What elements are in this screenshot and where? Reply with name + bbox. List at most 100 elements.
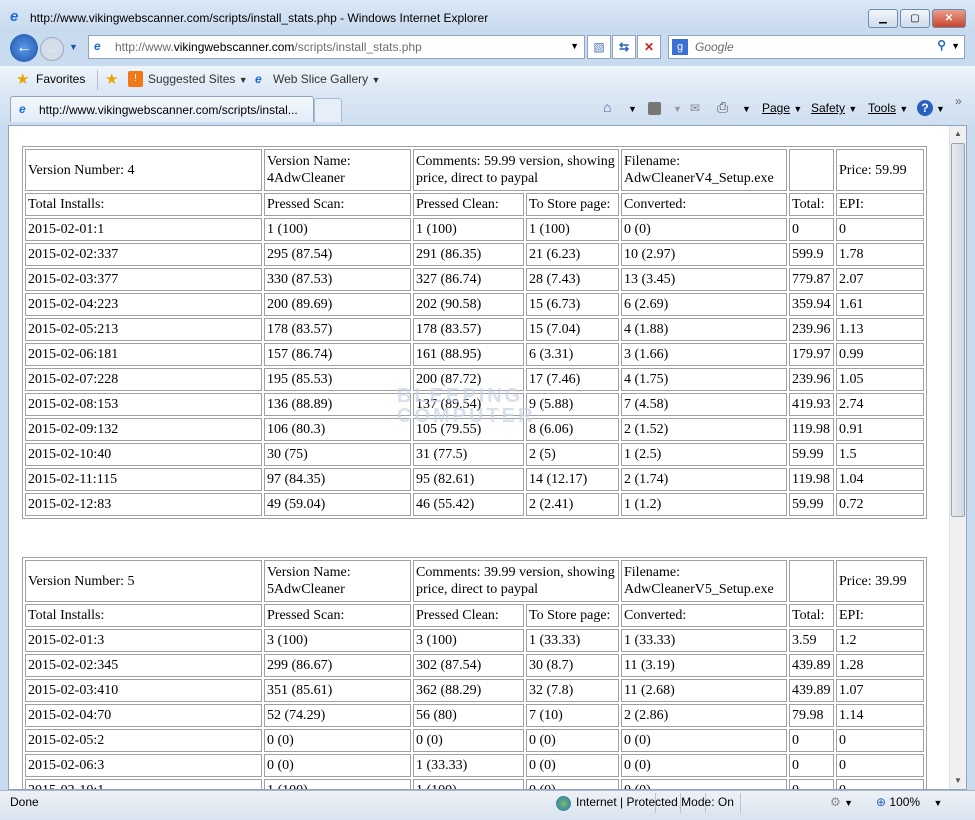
security-zone[interactable]: Internet | Protected Mode: On — [576, 795, 734, 809]
suggested-sites-label: Suggested Sites — [148, 72, 236, 86]
table-row: 2015-02-03:377 330 (87.53) 327 (86.74) 28 (… — [25, 268, 924, 291]
chevron-down-icon: ▼ — [238, 75, 248, 85]
page-menu[interactable]: Page ▼ — [762, 101, 802, 115]
table-cell: To Store page: — [526, 604, 619, 627]
help-icon[interactable]: ? — [917, 100, 933, 116]
table-cell: Total Installs: — [25, 604, 262, 627]
table-cell: 0 — [789, 218, 834, 241]
maximize-button[interactable]: ▢ — [900, 9, 930, 28]
table-cell: 1.2 — [836, 629, 924, 652]
add-to-favorites-icon[interactable]: ★ — [105, 70, 118, 88]
table-cell: 105 (79.55) — [413, 418, 524, 441]
table-cell: 49 (59.04) — [264, 493, 411, 516]
table-cell: 1.14 — [836, 704, 924, 727]
table-cell: 1.78 — [836, 243, 924, 266]
security-settings-icon[interactable]: ⚙ ▼ — [830, 795, 853, 809]
print-icon[interactable]: ⎙ — [717, 99, 728, 116]
table-cell: 56 (80) — [413, 704, 524, 727]
table-cell: 119.98 — [789, 418, 834, 441]
print-dropdown-icon[interactable]: ▼ — [742, 104, 751, 114]
favorites-button[interactable]: Favorites — [36, 72, 85, 86]
table-cell: 2015-02-12:83 — [25, 493, 262, 516]
table-row: 2015-02-05:213 178 (83.57) 178 (83.57) 15 (… — [25, 318, 924, 341]
feeds-dropdown-icon[interactable]: ▼ — [673, 104, 682, 114]
read-mail-icon[interactable]: ✉ — [690, 101, 700, 115]
table-cell: 2015-02-06:181 — [25, 343, 262, 366]
table-cell: 2015-02-02:337 — [25, 243, 262, 266]
vertical-scrollbar[interactable]: ▲ ▼ — [949, 126, 966, 789]
address-bar[interactable]: e http://www.vikingwebscanner.com/script… — [88, 35, 585, 59]
scroll-down-icon[interactable]: ▼ — [950, 773, 966, 789]
tab-install-stats[interactable]: e http://www.vikingwebscanner.com/script… — [10, 96, 314, 122]
table-cell: Pressed Clean: — [413, 193, 524, 216]
table-cell: 6 (3.31) — [526, 343, 619, 366]
suggested-sites-button[interactable]: Suggested Sites ▼ — [148, 72, 248, 86]
table-row: 2015-02-05:2 0 (0) 0 (0) 0 (0) 0 (0) 0 0 — [25, 729, 924, 752]
table-cell: 599.9 — [789, 243, 834, 266]
status-text: Done — [10, 795, 39, 809]
table-row: 2015-02-02:345 299 (86.67) 302 (87.54) 30 (… — [25, 654, 924, 677]
table-cell: 136 (88.89) — [264, 393, 411, 416]
table-cell: 291 (86.35) — [413, 243, 524, 266]
table-cell: 0 — [836, 754, 924, 777]
scrollbar-thumb[interactable] — [951, 143, 965, 517]
compatibility-view-icon[interactable]: ▧ — [587, 35, 611, 59]
web-slice-gallery-button[interactable]: Web Slice Gallery ▼ — [273, 72, 380, 86]
zoom-level[interactable]: ⊕ 100% ▼ — [876, 795, 942, 809]
forward-button[interactable]: → — [40, 37, 64, 61]
window-titlebar: e http://www.vikingwebscanner.com/script… — [0, 0, 975, 34]
minimize-button[interactable]: ▁ — [868, 9, 898, 28]
table-cell: 15 (7.04) — [526, 318, 619, 341]
address-dropdown-icon[interactable]: ▼ — [570, 41, 579, 51]
table-cell: Pressed Scan: — [264, 604, 411, 627]
table-cell: 32 (7.8) — [526, 679, 619, 702]
table-cell: 0 (0) — [264, 729, 411, 752]
home-dropdown-icon[interactable]: ▼ — [628, 104, 637, 114]
table-cell: 0 — [789, 729, 834, 752]
safety-menu-label: Safety — [811, 101, 846, 115]
search-options-icon[interactable]: ▼ — [951, 41, 960, 51]
refresh-icon[interactable]: ⇆ — [612, 35, 636, 59]
web-slice-gallery-label: Web Slice Gallery — [273, 72, 369, 86]
home-icon[interactable]: ⌂ — [603, 99, 611, 115]
header-cell: Comments: 39.99 version, showing price, … — [413, 560, 619, 602]
table-cell: 2015-02-05:213 — [25, 318, 262, 341]
table-cell: 2015-02-01:1 — [25, 218, 262, 241]
table-cell: 0 (0) — [413, 729, 524, 752]
table-cell: Pressed Clean: — [413, 604, 524, 627]
search-icon[interactable]: ⚲ — [937, 38, 946, 52]
close-window-button[interactable]: ✕ — [932, 9, 966, 28]
table-row: 2015-02-10:40 30 (75) 31 (77.5) 2 (5) 1 (2.5… — [25, 443, 924, 466]
feeds-icon[interactable] — [648, 102, 661, 115]
recent-pages-dropdown-icon[interactable]: ▼ — [69, 42, 78, 52]
table-row: 2015-02-07:228 195 (85.53) 200 (87.72) 17 (… — [25, 368, 924, 391]
table-cell: 0 (0) — [526, 729, 619, 752]
help-dropdown-icon[interactable]: ▼ — [936, 104, 945, 114]
table-cell: 0 (0) — [621, 218, 787, 241]
table-cell: 15 (6.73) — [526, 293, 619, 316]
table-cell: 0 — [789, 779, 834, 789]
stop-icon[interactable]: ✕ — [637, 35, 661, 59]
column-header-row: Total Installs: Pressed Scan: Pressed Clea… — [25, 193, 924, 216]
more-commands-icon[interactable]: » — [955, 94, 962, 108]
table-row: 2015-02-06:3 0 (0) 1 (33.33) 0 (0) 0 (0) 0 0 — [25, 754, 924, 777]
table-cell: 1.07 — [836, 679, 924, 702]
table-cell: Pressed Scan: — [264, 193, 411, 216]
table-header-row: Version Number: 5 Version Name: 5AdwClean… — [25, 560, 924, 602]
table-cell: 359.94 — [789, 293, 834, 316]
window-title: http://www.vikingwebscanner.com/scripts/… — [30, 11, 489, 25]
search-input[interactable]: g Google ⚲ ▼ — [668, 35, 965, 59]
safety-menu[interactable]: Safety ▼ — [811, 101, 857, 115]
back-button[interactable]: ← — [10, 34, 38, 62]
table-row: 2015-02-03:410 351 (85.61) 362 (88.29) 32 (… — [25, 679, 924, 702]
new-tab-button[interactable] — [314, 98, 342, 122]
table-cell: 1 (33.33) — [526, 629, 619, 652]
scroll-up-icon[interactable]: ▲ — [950, 126, 966, 142]
table-cell: 0 — [836, 729, 924, 752]
table-cell: 95 (82.61) — [413, 468, 524, 491]
table-cell: 2015-02-03:377 — [25, 268, 262, 291]
tools-menu[interactable]: Tools ▼ — [868, 101, 908, 115]
ie-logo-icon: e — [10, 8, 19, 25]
table-cell: 2 (5) — [526, 443, 619, 466]
page-icon: e — [94, 39, 101, 53]
